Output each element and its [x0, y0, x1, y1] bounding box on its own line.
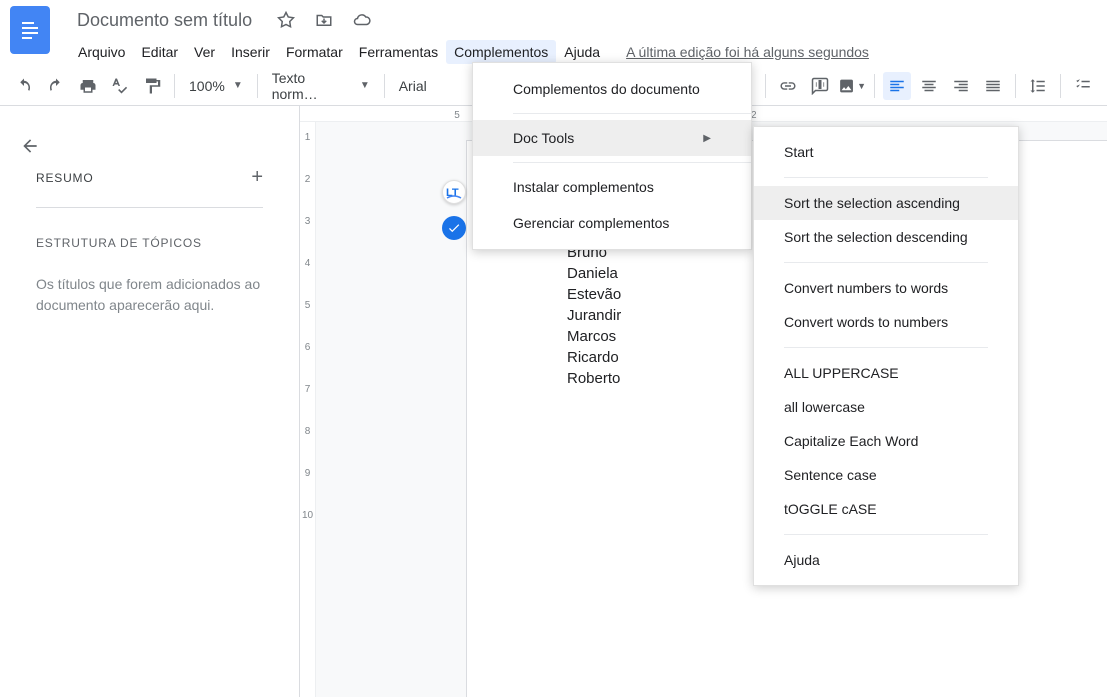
- submenu-num-to-words[interactable]: Convert numbers to words: [754, 271, 1018, 305]
- print-button[interactable]: [74, 72, 102, 100]
- redo-button[interactable]: [42, 72, 70, 100]
- comment-button[interactable]: [806, 72, 834, 100]
- spellcheck-button[interactable]: [106, 72, 134, 100]
- submenu-capitalize[interactable]: Capitalize Each Word: [754, 424, 1018, 458]
- submenu-help[interactable]: Ajuda: [754, 543, 1018, 577]
- check-icon[interactable]: [442, 216, 466, 240]
- align-justify-button[interactable]: [979, 72, 1007, 100]
- font-select[interactable]: Arial: [393, 72, 483, 100]
- paint-format-button[interactable]: [138, 72, 166, 100]
- docs-logo[interactable]: [10, 6, 50, 54]
- outline-panel: RESUMO + ESTRUTURA DE TÓPICOS Os títulos…: [0, 106, 300, 697]
- line-spacing-button[interactable]: [1024, 72, 1052, 100]
- addons-doc-addons[interactable]: Complementos do documento: [473, 71, 751, 107]
- align-left-button[interactable]: [883, 72, 911, 100]
- app-header: Documento sem título Arquivo Editar Ver …: [0, 0, 1107, 66]
- align-right-button[interactable]: [947, 72, 975, 100]
- menu-ver[interactable]: Ver: [186, 40, 223, 64]
- addons-install[interactable]: Instalar complementos: [473, 169, 751, 205]
- summary-heading: RESUMO: [36, 171, 93, 185]
- outline-empty-text: Os títulos que forem adicionados ao docu…: [36, 274, 263, 316]
- cloud-icon[interactable]: [353, 11, 371, 29]
- addons-menu: Complementos do documento Doc Tools▶ Ins…: [472, 62, 752, 250]
- doctools-submenu: Start Sort the selection ascending Sort …: [753, 126, 1019, 586]
- back-icon[interactable]: [20, 136, 40, 156]
- menu-formatar[interactable]: Formatar: [278, 40, 351, 64]
- submenu-sort-asc[interactable]: Sort the selection ascending: [754, 186, 1018, 220]
- zoom-select[interactable]: 100%▼: [183, 72, 249, 100]
- checklist-button[interactable]: [1069, 72, 1097, 100]
- menu-editar[interactable]: Editar: [133, 40, 186, 64]
- submenu-uppercase[interactable]: ALL UPPERCASE: [754, 356, 1018, 390]
- align-center-button[interactable]: [915, 72, 943, 100]
- last-edit-link[interactable]: A última edição foi há alguns segundos: [626, 44, 869, 60]
- undo-button[interactable]: [10, 72, 38, 100]
- addons-doc-tools[interactable]: Doc Tools▶: [473, 120, 751, 156]
- star-icon[interactable]: [277, 11, 295, 29]
- move-icon[interactable]: [315, 11, 333, 29]
- add-summary-button[interactable]: +: [251, 166, 263, 189]
- submenu-arrow-icon: ▶: [703, 133, 711, 144]
- doc-title[interactable]: Documento sem título: [70, 9, 259, 32]
- docs-icon: [17, 14, 43, 46]
- submenu-toggle[interactable]: tOGGLE cASE: [754, 492, 1018, 526]
- submenu-sort-desc[interactable]: Sort the selection descending: [754, 220, 1018, 254]
- link-button[interactable]: [774, 72, 802, 100]
- submenu-start[interactable]: Start: [754, 135, 1018, 169]
- style-select[interactable]: Texto norm…▼: [266, 72, 376, 100]
- image-button[interactable]: ▼: [838, 72, 866, 100]
- menu-inserir[interactable]: Inserir: [223, 40, 278, 64]
- vertical-ruler[interactable]: 1 2 3 4 5 6 7 8 9 10: [300, 122, 316, 697]
- submenu-lowercase[interactable]: all lowercase: [754, 390, 1018, 424]
- submenu-words-to-num[interactable]: Convert words to numbers: [754, 305, 1018, 339]
- outline-heading: ESTRUTURA DE TÓPICOS: [36, 236, 263, 250]
- menu-ajuda[interactable]: Ajuda: [556, 40, 608, 64]
- submenu-sentence[interactable]: Sentence case: [754, 458, 1018, 492]
- languagetool-icon[interactable]: LT: [442, 180, 466, 204]
- menu-complementos[interactable]: Complementos: [446, 40, 556, 64]
- addons-manage[interactable]: Gerenciar complementos: [473, 205, 751, 241]
- menu-ferramentas[interactable]: Ferramentas: [351, 40, 446, 64]
- menu-arquivo[interactable]: Arquivo: [70, 40, 133, 64]
